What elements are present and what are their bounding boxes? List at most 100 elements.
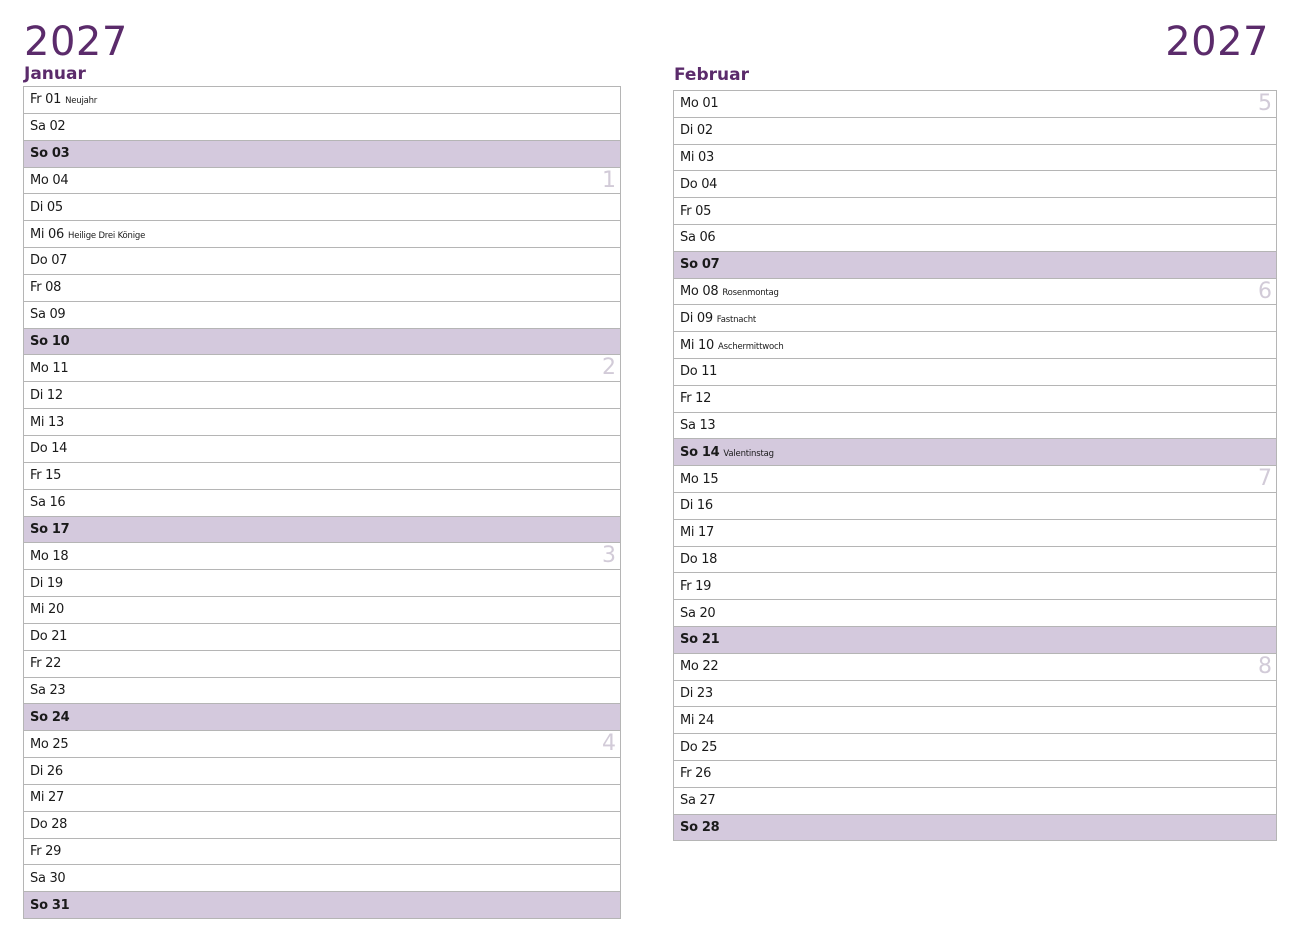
day-row[interactable]: Sa 02 — [24, 114, 620, 141]
day-label: Fr 15 — [30, 468, 62, 484]
day-row[interactable]: Mo 01 5 — [674, 91, 1276, 118]
day-row[interactable]: Mi 06 Heilige Drei Könige — [24, 221, 620, 249]
day-row[interactable]: Fr 29 — [24, 839, 620, 866]
day-row[interactable]: Fr 26 — [674, 761, 1276, 788]
day-label: So 17 — [30, 521, 70, 537]
day-row[interactable]: Mi 03 — [674, 145, 1276, 172]
holiday-label: Valentinstag — [723, 448, 774, 459]
day-row[interactable]: Mo 08 Rosenmontag 6 — [674, 279, 1276, 306]
week-number: 3 — [602, 543, 616, 569]
day-row[interactable]: Do 25 — [674, 734, 1276, 761]
day-row[interactable]: Fr 12 — [674, 386, 1276, 413]
holiday-label: Neujahr — [65, 96, 98, 107]
day-row[interactable]: Di 12 — [24, 382, 620, 410]
week-number: 2 — [602, 355, 616, 381]
day-row[interactable]: Di 26 — [24, 758, 620, 785]
day-row[interactable]: Sa 27 — [674, 788, 1276, 815]
day-row[interactable]: So 24 — [24, 704, 620, 732]
week-number: 7 — [1258, 466, 1272, 492]
day-label: Mo 04 — [30, 172, 69, 188]
day-row[interactable]: Sa 06 — [674, 225, 1276, 252]
day-row[interactable]: Fr 22 — [24, 651, 620, 678]
day-row[interactable]: Mi 13 — [24, 409, 620, 436]
day-label: Mo 01 — [680, 96, 719, 112]
day-label: Do 25 — [680, 739, 718, 755]
holiday-label: Aschermittwoch — [718, 341, 784, 352]
day-row[interactable]: Sa 16 — [24, 490, 620, 517]
day-label: Sa 02 — [30, 119, 66, 135]
day-label: Di 05 — [30, 199, 63, 215]
day-label: So 14 — [680, 444, 720, 460]
day-row[interactable]: So 14 Valentinstag — [674, 439, 1276, 467]
day-row[interactable]: Fr 08 — [24, 275, 620, 302]
day-label: Di 02 — [680, 123, 713, 139]
day-row[interactable]: Do 04 — [674, 171, 1276, 199]
day-row[interactable]: Mo 18 3 — [24, 543, 620, 571]
day-row[interactable]: So 10 — [24, 328, 620, 356]
year-title-right: 2027 — [1165, 19, 1269, 65]
day-row[interactable]: Sa 30 — [24, 865, 620, 893]
day-row[interactable]: Do 28 — [24, 812, 620, 839]
day-label: Fr 19 — [680, 578, 712, 594]
day-row[interactable]: Di 19 — [24, 570, 620, 598]
day-label: Do 14 — [30, 441, 68, 457]
day-label: Mi 10 — [680, 337, 715, 353]
day-row[interactable]: Sa 23 — [24, 678, 620, 705]
week-number: 4 — [602, 731, 616, 757]
day-row[interactable]: Mo 15 7 — [674, 466, 1276, 493]
day-row[interactable]: Di 09 Fastnacht — [674, 305, 1276, 333]
day-row[interactable]: Fr 19 — [674, 573, 1276, 601]
day-row[interactable]: So 28 — [674, 814, 1276, 842]
day-row[interactable]: So 31 — [24, 892, 620, 920]
day-row[interactable]: So 03 — [24, 140, 620, 168]
day-row[interactable]: Sa 09 — [24, 302, 620, 329]
day-row[interactable]: Mi 27 — [24, 785, 620, 812]
day-row[interactable]: So 17 — [24, 516, 620, 544]
day-row[interactable]: So 07 — [674, 251, 1276, 279]
day-label: So 24 — [30, 709, 70, 725]
day-row[interactable]: Di 23 — [674, 681, 1276, 708]
day-label: Mi 17 — [680, 525, 715, 541]
week-number: 5 — [1258, 91, 1272, 116]
day-row[interactable]: Sa 20 — [674, 600, 1276, 627]
day-row[interactable]: Sa 13 — [674, 413, 1276, 440]
day-row[interactable]: Mo 04 1 — [24, 168, 620, 195]
month-grid-februar: Mo 01 5 Di 02 Mi 03 Do 04 Fr 05 Sa 06 So 07 Mo 0… — [673, 90, 1277, 842]
day-label: Mi 27 — [30, 790, 65, 806]
day-row[interactable]: Do 07 — [24, 248, 620, 275]
day-label: Do 07 — [30, 253, 68, 269]
day-label: Fr 01 — [30, 92, 62, 108]
day-row[interactable]: Do 21 — [24, 624, 620, 651]
day-label: So 03 — [30, 146, 70, 162]
day-row[interactable]: Mo 11 2 — [24, 355, 620, 383]
day-row[interactable]: Di 05 — [24, 194, 620, 222]
day-label: So 21 — [680, 632, 720, 648]
week-number: 1 — [602, 167, 616, 193]
day-row[interactable]: Mo 22 8 — [674, 654, 1276, 681]
day-label: Sa 20 — [680, 605, 716, 621]
day-row[interactable]: Di 16 — [674, 493, 1276, 520]
day-label: So 31 — [30, 897, 70, 913]
day-label: Mi 03 — [680, 149, 715, 165]
day-row[interactable]: Mi 17 — [674, 520, 1276, 547]
day-row[interactable]: Di 02 — [674, 118, 1276, 145]
day-label: Sa 13 — [680, 417, 716, 433]
day-row[interactable]: Fr 05 — [674, 198, 1276, 225]
day-row[interactable]: So 21 — [674, 626, 1276, 654]
day-row[interactable]: Mi 20 — [24, 597, 620, 624]
day-row[interactable]: Mo 25 4 — [24, 731, 620, 759]
day-label: Di 09 — [680, 310, 713, 326]
day-label: Fr 12 — [680, 391, 712, 407]
day-label: Mo 25 — [30, 736, 69, 752]
day-row[interactable]: Do 14 — [24, 436, 620, 463]
day-label: Sa 23 — [30, 682, 66, 698]
day-row[interactable]: Do 18 — [674, 547, 1276, 574]
day-row[interactable]: Fr 01 Neujahr — [24, 87, 620, 114]
day-row[interactable]: Mi 10 Aschermittwoch — [674, 332, 1276, 359]
day-label: Do 21 — [30, 629, 68, 645]
month-title-februar: Februar — [674, 65, 749, 85]
day-row[interactable]: Fr 15 — [24, 463, 620, 490]
day-label: Di 16 — [680, 498, 713, 514]
day-row[interactable]: Mi 24 — [674, 707, 1276, 735]
day-row[interactable]: Do 11 — [674, 359, 1276, 386]
